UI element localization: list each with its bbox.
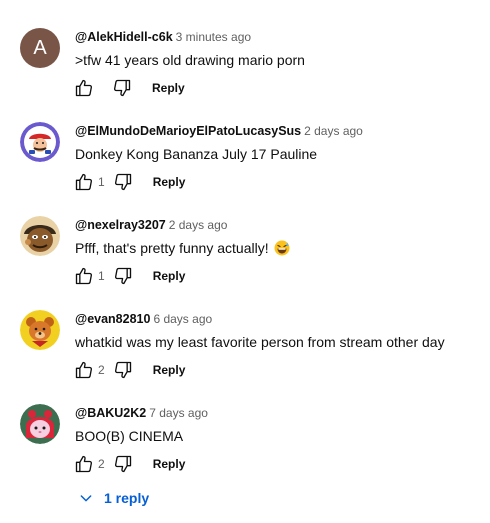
- timestamp[interactable]: 2 days ago: [169, 218, 228, 232]
- reply-button[interactable]: Reply: [153, 175, 186, 189]
- bear-avatar-icon: [20, 310, 60, 350]
- comment-text: BOO(B) CINEMA: [75, 428, 184, 444]
- thumbs-down-icon: [114, 173, 131, 191]
- thumbs-down-icon: [114, 455, 131, 473]
- reply-button[interactable]: Reply: [152, 81, 185, 95]
- comment-header: @nexelray3207 2 days ago: [75, 217, 227, 233]
- thumbs-up-icon: [75, 267, 93, 285]
- mario-avatar-icon: [20, 122, 60, 162]
- comment-text: >tfw 41 years old drawing mario porn: [75, 52, 305, 68]
- comment-actions: Reply: [72, 76, 185, 100]
- thumbs-down-icon: [114, 267, 131, 285]
- comment-item: @nexelray3207 2 days ago Pfff, that's pre…: [0, 216, 490, 310]
- pink-hood-avatar-icon: [20, 404, 60, 444]
- thumbs-up-icon: [75, 455, 93, 473]
- reply-button[interactable]: Reply: [153, 363, 186, 377]
- author-name[interactable]: @BAKU2K2: [75, 406, 146, 420]
- like-count: 1: [98, 175, 105, 189]
- comment-item: A @AlekHidell-c6k 3 minutes ago >tfw 41 y…: [0, 28, 490, 122]
- comment-actions: 1 Reply: [72, 264, 185, 288]
- comment-header: @BAKU2K2 7 days ago: [75, 405, 208, 421]
- author-name[interactable]: @evan82810: [75, 312, 150, 326]
- comment-text: whatkid was my least favorite person fro…: [75, 334, 445, 350]
- like-button[interactable]: [72, 452, 96, 476]
- comment-header: @evan82810 6 days ago: [75, 311, 212, 327]
- thumbs-down-icon: [113, 79, 131, 97]
- like-button[interactable]: [72, 264, 96, 288]
- timestamp[interactable]: 7 days ago: [149, 406, 208, 420]
- comment-header: @AlekHidell-c6k 3 minutes ago: [75, 29, 251, 45]
- comment-header: @ElMundoDeMarioyElPatoLucasySus 2 days ag…: [75, 123, 363, 139]
- author-name[interactable]: @AlekHidell-c6k: [75, 30, 173, 44]
- thumbs-up-icon: [75, 361, 93, 379]
- like-button[interactable]: [72, 76, 96, 100]
- show-replies-button[interactable]: 1 reply: [78, 486, 149, 510]
- comment-actions: 2 Reply: [72, 452, 185, 476]
- reply-button[interactable]: Reply: [153, 457, 186, 471]
- author-name[interactable]: @nexelray3207: [75, 218, 166, 232]
- avatar[interactable]: [20, 310, 60, 350]
- dislike-button[interactable]: [111, 264, 135, 288]
- dislike-button[interactable]: [111, 170, 135, 194]
- dislike-button[interactable]: [111, 358, 135, 382]
- like-count: 1: [98, 269, 105, 283]
- avatar[interactable]: A: [20, 28, 60, 68]
- dislike-button[interactable]: [111, 452, 135, 476]
- dislike-button[interactable]: [110, 76, 134, 100]
- thumbs-up-icon: [75, 79, 93, 97]
- show-replies-label: 1 reply: [104, 490, 150, 506]
- like-count: 2: [98, 457, 105, 471]
- timestamp[interactable]: 3 minutes ago: [176, 30, 251, 44]
- avatar[interactable]: [20, 122, 60, 162]
- cartoon-face-avatar-icon: [20, 216, 60, 256]
- comment-item: @evan82810 6 days ago whatkid was my leas…: [0, 310, 490, 404]
- comment-text: Donkey Kong Bananza July 17 Pauline: [75, 146, 318, 162]
- comment-item: @BAKU2K2 7 days ago BOO(B) CINEMA 2 Reply: [0, 404, 490, 498]
- author-name[interactable]: @ElMundoDeMarioyElPatoLucasySus: [75, 124, 301, 138]
- comment-text-content: Pfff, that's pretty funny actually!: [75, 240, 269, 256]
- grinning-sweat-emoji-icon: [274, 240, 290, 261]
- timestamp[interactable]: 2 days ago: [304, 124, 363, 138]
- avatar[interactable]: [20, 404, 60, 444]
- like-count: 2: [98, 363, 105, 377]
- comment-actions: 2 Reply: [72, 358, 185, 382]
- timestamp[interactable]: 6 days ago: [153, 312, 212, 326]
- reply-button[interactable]: Reply: [153, 269, 186, 283]
- avatar-letter: A: [33, 36, 47, 59]
- thumbs-up-icon: [75, 173, 93, 191]
- avatar[interactable]: [20, 216, 60, 256]
- thumbs-down-icon: [114, 361, 131, 379]
- like-button[interactable]: [72, 170, 96, 194]
- comment-text: Pfff, that's pretty funny actually!: [75, 238, 290, 261]
- comment-thread: A @AlekHidell-c6k 3 minutes ago >tfw 41 y…: [0, 0, 490, 523]
- comment-item: @ElMundoDeMarioyElPatoLucasySus 2 days ag…: [0, 122, 490, 216]
- chevron-down-icon: [78, 490, 94, 506]
- comment-actions: 1 Reply: [72, 170, 185, 194]
- like-button[interactable]: [72, 358, 96, 382]
